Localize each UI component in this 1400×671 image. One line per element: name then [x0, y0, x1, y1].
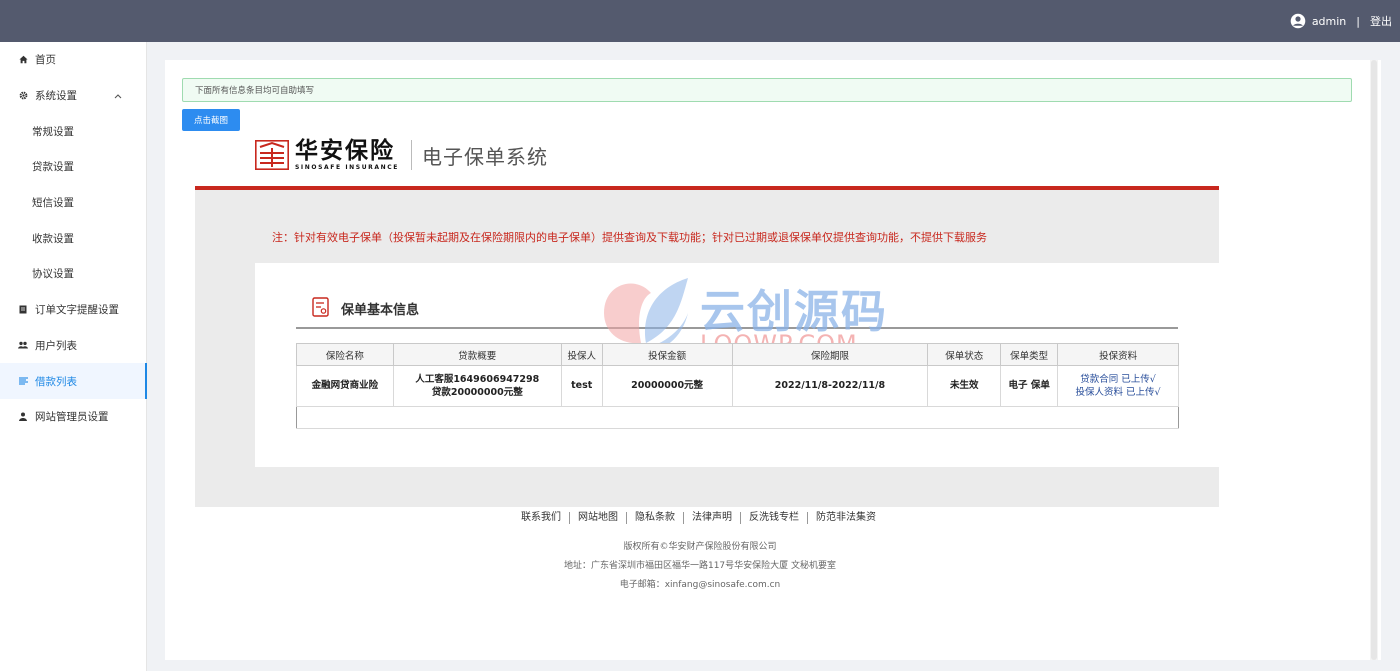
- chevron-up-icon[interactable]: [114, 90, 122, 102]
- sidebar-item-home[interactable]: 首页: [0, 42, 146, 78]
- cell-status: 未生效: [927, 365, 1002, 407]
- loan-contract-link[interactable]: 贷款合同 已上传√: [1058, 373, 1178, 386]
- footer-link-legal[interactable]: 法律声明: [684, 512, 741, 524]
- footer-address: 地址：广东省深圳市福田区福华一路117号华安保险大厦 文秘机要室: [563, 561, 837, 571]
- footer-link-sitemap[interactable]: 网站地图: [570, 512, 627, 524]
- column-header: 保单类型: [1000, 342, 1059, 367]
- column-header: 投保金额: [601, 342, 733, 367]
- column-header: 贷款概要: [392, 342, 562, 367]
- cell-amount: 20000000元整: [601, 365, 733, 407]
- sidebar-item-user-list[interactable]: 用户列表: [0, 328, 146, 364]
- logo-divider: [410, 140, 412, 170]
- logo-text: 华安保险 SINOSAFE INSURANCE: [295, 137, 399, 172]
- cell-insured: test: [560, 365, 603, 407]
- table-header-row: 保险名称 贷款概要 投保人 投保金额 保险期限 保单状态 保单类型 投保资料: [296, 342, 1179, 367]
- sidebar-item-general-settings[interactable]: 常规设置: [0, 113, 146, 149]
- gear-icon: [18, 91, 28, 101]
- column-header: 投保人: [560, 342, 603, 367]
- sidebar-item-label: 收款设置: [32, 232, 74, 245]
- logo-english: SINOSAFE INSURANCE: [295, 164, 399, 171]
- footer-email: 电子邮箱：xinfang@sinosafe.com.cn: [619, 580, 781, 590]
- cell-documents: 贷款合同 已上传√ 投保人资料 已上传√: [1057, 365, 1179, 407]
- footer-link-fundraising[interactable]: 防范非法集资: [808, 512, 884, 524]
- username[interactable]: admin: [1312, 15, 1346, 28]
- sidebar-item-admin-settings[interactable]: 网站管理员设置: [0, 399, 146, 435]
- home-icon: [18, 55, 28, 65]
- cell-insurance-name: 金融网贷商业险: [296, 365, 394, 407]
- footer-copyright: 版权所有©华安财产保险股份有限公司: [623, 542, 777, 552]
- list-icon: [18, 376, 28, 386]
- sidebar-item-label: 订单文字提醒设置: [35, 304, 119, 317]
- footer-links: 联系我们 网站地图 隐私条款 法律声明 反洗钱专栏 防范非法集资: [513, 512, 884, 524]
- document-icon: [18, 305, 28, 315]
- cell-loan-summary: 人工客服1649606947298 贷款20000000元整: [392, 365, 562, 407]
- user-icon: [18, 412, 28, 422]
- table-row-empty: [296, 405, 1179, 430]
- system-name: 电子保单系统: [421, 144, 548, 169]
- sidebar-item-label: 用户列表: [35, 339, 77, 352]
- policy-note: 注：针对有效电子保单（投保暂未起期及在保险期限内的电子保单）提供查询及下载功能；…: [272, 231, 987, 244]
- applicant-docs-link[interactable]: 投保人资料 已上传√: [1058, 386, 1178, 399]
- brand-logo: 华安保险 SINOSAFE INSURANCE 电子保单系统: [255, 139, 548, 171]
- screenshot-button[interactable]: 点击截图: [182, 109, 240, 131]
- sidebar-item-sms-settings[interactable]: 短信设置: [0, 185, 146, 221]
- sidebar-item-label: 首页: [35, 54, 56, 67]
- column-header: 保单状态: [927, 342, 1002, 367]
- users-icon: [18, 340, 28, 350]
- column-header: 保险期限: [731, 342, 929, 367]
- footer-link-aml[interactable]: 反洗钱专栏: [741, 512, 808, 524]
- empty-cell: [296, 405, 1179, 430]
- user-area: admin | 登出: [1290, 0, 1392, 42]
- sidebar-item-agreement-settings[interactable]: 协议设置: [0, 256, 146, 292]
- policy-table: 保险名称 贷款概要 投保人 投保金额 保险期限 保单状态 保单类型 投保资料 金…: [296, 342, 1179, 430]
- logout-link[interactable]: 登出: [1370, 13, 1392, 29]
- sidebar-item-system-settings[interactable]: 系统设置: [0, 78, 146, 114]
- sidebar-item-order-reminder[interactable]: 订单文字提醒设置: [0, 292, 146, 328]
- avatar-icon[interactable]: [1290, 13, 1306, 29]
- separator: |: [1356, 14, 1360, 28]
- footer-link-privacy[interactable]: 隐私条款: [627, 512, 684, 524]
- sidebar-item-label: 借款列表: [35, 375, 77, 388]
- top-bar: admin | 登出: [0, 0, 1400, 42]
- sidebar-item-loan-settings[interactable]: 贷款设置: [0, 149, 146, 185]
- column-header: 投保资料: [1057, 342, 1179, 367]
- cell-type: 电子 保单: [1000, 365, 1059, 407]
- column-header: 保险名称: [296, 342, 394, 367]
- notice-text: 下面所有信息条目均可自助填写: [195, 86, 315, 96]
- section-title: 保单基本信息: [341, 303, 420, 318]
- sidebar-item-label: 系统设置: [35, 90, 77, 103]
- summary-line: 人工客服1649606947298: [415, 373, 540, 385]
- sidebar-item-label: 常规设置: [32, 125, 74, 138]
- policy-document-icon: [312, 297, 329, 317]
- sidebar-item-label: 协议设置: [32, 268, 74, 281]
- sinosafe-logo-icon: [255, 140, 289, 170]
- logo-chinese: 华安保险: [295, 137, 395, 164]
- sidebar-item-label: 短信设置: [32, 197, 74, 210]
- sidebar-item-label: 网站管理员设置: [35, 411, 109, 424]
- info-notice: 下面所有信息条目均可自助填写: [182, 78, 1352, 102]
- sidebar-item-label: 贷款设置: [32, 161, 74, 174]
- sidebar-item-payment-settings[interactable]: 收款设置: [0, 220, 146, 256]
- table-row: 金融网贷商业险 人工客服1649606947298 贷款20000000元整 t…: [296, 365, 1179, 407]
- cell-period: 2022/11/8-2022/11/8: [731, 365, 929, 407]
- sidebar-item-loan-list[interactable]: 借款列表: [0, 363, 147, 399]
- footer-link-contact[interactable]: 联系我们: [513, 512, 570, 524]
- summary-line: 贷款20000000元整: [431, 386, 523, 398]
